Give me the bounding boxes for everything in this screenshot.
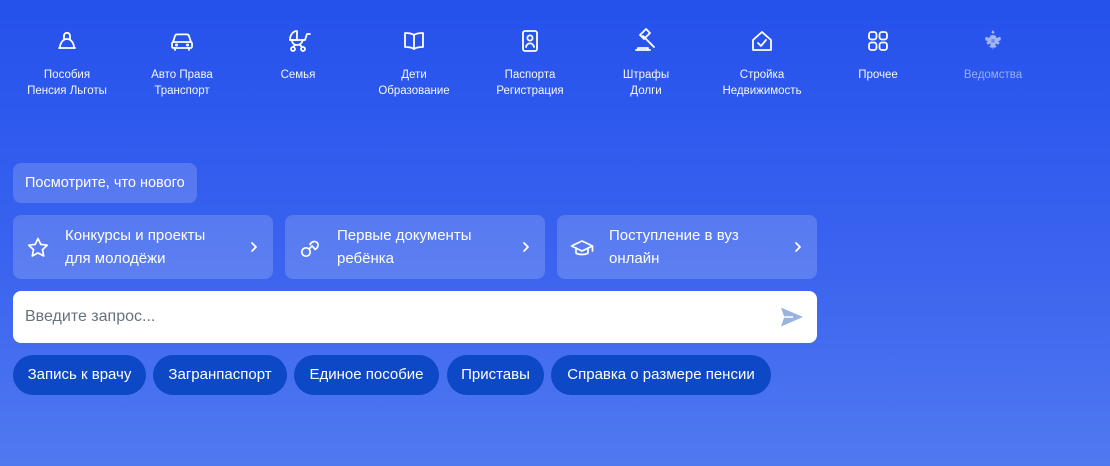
pacifier-icon	[297, 235, 323, 261]
category-label: Штрафы Долги	[622, 69, 670, 97]
category-passports[interactable]: Паспорта Регистрация	[472, 26, 588, 99]
category-label: Пособия Пенсия Льготы	[27, 69, 107, 97]
promo-card-youth-contests[interactable]: Конкурсы и проекты для молодёжи	[13, 215, 273, 279]
category-realty[interactable]: Стройка Недвижимость	[704, 26, 820, 99]
category-benefits[interactable]: Пособия Пенсия Льготы	[9, 26, 125, 99]
category-other[interactable]: Прочее	[820, 26, 936, 83]
bell-icon	[52, 26, 82, 56]
open-book-icon	[399, 26, 429, 56]
send-icon[interactable]	[779, 305, 805, 329]
category-label: Ведомства	[963, 69, 1023, 81]
chip-pension-certificate[interactable]: Справка о размере пенсии	[551, 355, 771, 395]
category-nav: Пособия Пенсия Льготы Авто Права Транспо…	[0, 26, 1110, 106]
graduation-cap-icon	[569, 235, 595, 261]
category-label: Семья	[280, 69, 316, 81]
stroller-icon	[283, 26, 313, 56]
promo-card-first-documents[interactable]: Первые документы ребёнка	[285, 215, 545, 279]
promo-text: Первые документы ребёнка	[337, 227, 472, 267]
promo-card-university-admission[interactable]: Поступление в вуз онлайн	[557, 215, 817, 279]
promo-text: Поступление в вуз онлайн	[609, 227, 739, 267]
category-children[interactable]: Дети Образование	[356, 26, 472, 99]
chevron-right-icon	[793, 239, 803, 255]
chevron-right-icon	[249, 239, 259, 255]
category-fines[interactable]: Штрафы Долги	[588, 26, 704, 99]
chevron-right-icon	[521, 239, 531, 255]
category-auto[interactable]: Авто Права Транспорт	[124, 26, 240, 99]
gavel-icon	[631, 26, 661, 56]
search-box	[13, 291, 817, 343]
grid-icon	[863, 26, 893, 56]
star-icon	[25, 235, 51, 261]
category-label: Паспорта Регистрация	[496, 69, 564, 97]
chip-bailiffs[interactable]: Приставы	[447, 355, 544, 395]
house-check-icon	[747, 26, 777, 56]
chip-foreign-passport[interactable]: Загранпаспорт	[153, 355, 287, 395]
chip-unified-benefit[interactable]: Единое пособие	[294, 355, 439, 395]
search-input[interactable]	[25, 291, 765, 343]
category-label: Прочее	[858, 69, 898, 81]
category-agencies[interactable]: Ведомства	[935, 26, 1051, 83]
passport-icon	[515, 26, 545, 56]
category-label: Дети Образование	[378, 69, 450, 97]
category-label: Авто Права Транспорт	[151, 69, 213, 97]
car-icon	[167, 26, 197, 56]
promo-text: Конкурсы и проекты для молодёжи	[65, 227, 206, 267]
category-family[interactable]: Семья	[240, 26, 356, 83]
coat-of-arms-icon	[978, 26, 1008, 56]
category-label: Стройка Недвижимость	[722, 69, 802, 97]
chip-doctor-appointment[interactable]: Запись к врачу	[13, 355, 146, 395]
whats-new-button[interactable]: Посмотрите, что нового	[13, 163, 197, 203]
